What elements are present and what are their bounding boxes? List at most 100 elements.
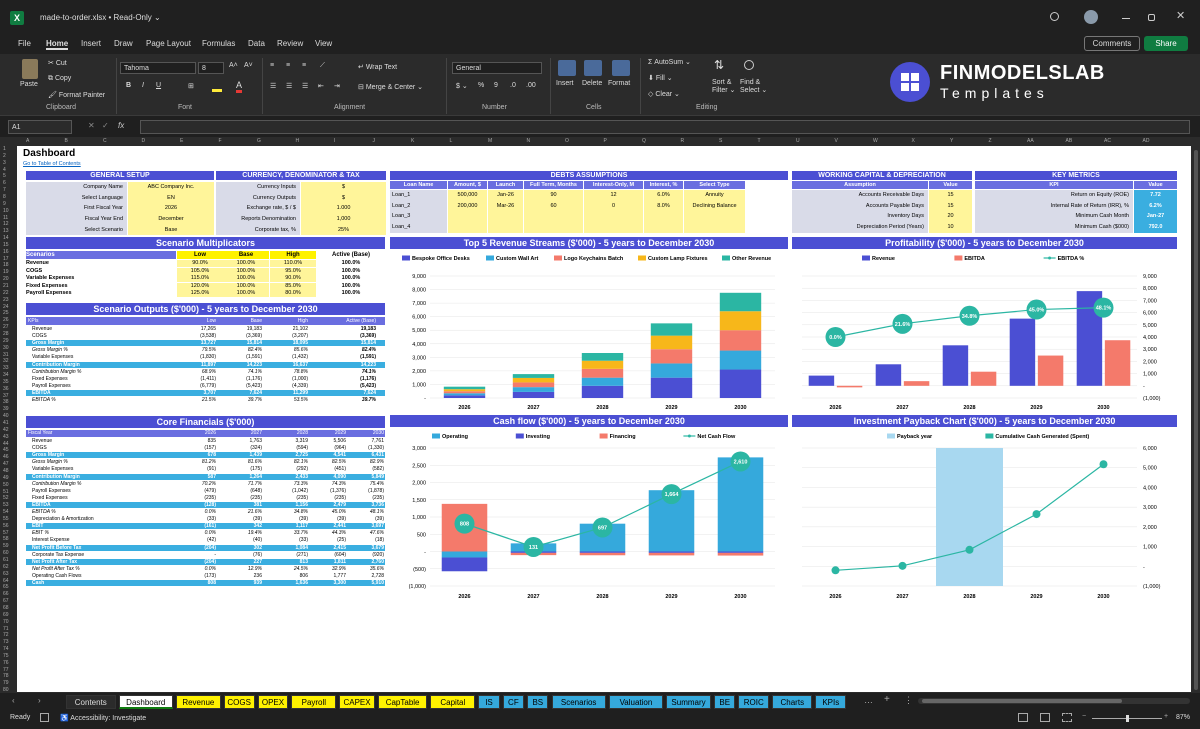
macro-record-icon[interactable] xyxy=(40,713,49,722)
increase-decimal-icon[interactable]: .0 xyxy=(510,82,516,89)
column-header[interactable]: Z xyxy=(989,138,992,144)
column-header[interactable]: A xyxy=(26,138,29,144)
paste-button[interactable]: Paste xyxy=(20,81,38,88)
column-header[interactable]: V xyxy=(835,138,838,144)
row-header[interactable]: 75 xyxy=(3,653,9,659)
row-header[interactable]: 7 xyxy=(3,187,6,193)
row-header[interactable]: 69 xyxy=(3,612,9,618)
scenario-value[interactable]: 90.0% xyxy=(177,260,223,267)
bold-icon[interactable]: B xyxy=(126,82,131,89)
row-header[interactable]: 67 xyxy=(3,598,9,604)
tab-roic[interactable]: ROIC xyxy=(738,695,770,709)
row-header[interactable]: 46 xyxy=(3,454,9,460)
sort-filter-button[interactable]: Sort & Filter ⌄ xyxy=(712,79,735,94)
scenario-value[interactable]: 120.0% xyxy=(177,282,223,290)
menu-insert[interactable]: Insert xyxy=(81,39,101,48)
font-size-select[interactable]: 8 xyxy=(198,62,224,74)
tab-captable[interactable]: CapTable xyxy=(377,695,428,709)
clear-button[interactable]: ◇ Clear ⌄ xyxy=(648,90,680,98)
row-header[interactable]: 18 xyxy=(3,262,9,268)
font-color-icon[interactable]: A xyxy=(236,80,243,93)
row-header[interactable]: 45 xyxy=(3,447,9,453)
row-header[interactable]: 10 xyxy=(3,208,9,214)
column-header[interactable]: M xyxy=(488,138,492,144)
row-header[interactable]: 62 xyxy=(3,564,9,570)
row-header[interactable]: 24 xyxy=(3,304,9,310)
debts-cell[interactable]: 90 xyxy=(524,190,583,201)
restore-icon[interactable] xyxy=(1148,14,1155,21)
fx-icon[interactable]: fx xyxy=(118,121,124,130)
borders-icon[interactable]: ⊞ xyxy=(188,82,194,90)
merge-center-button[interactable]: ⊟ Merge & Center ⌄ xyxy=(358,83,423,91)
share-button[interactable]: Share xyxy=(1144,36,1188,51)
debts-cell[interactable]: Declining Balance xyxy=(684,200,745,212)
row-header[interactable]: 49 xyxy=(3,475,9,481)
percent-icon[interactable]: % xyxy=(478,82,484,89)
currency-value[interactable]: 1,000 xyxy=(301,214,386,225)
tab-is[interactable]: IS xyxy=(478,695,500,709)
debts-cell[interactable] xyxy=(644,211,683,222)
zoom-level[interactable]: 87% xyxy=(1176,714,1190,721)
insert-button[interactable]: Insert xyxy=(556,80,574,87)
row-header[interactable]: 54 xyxy=(3,509,9,515)
column-header[interactable]: AB xyxy=(1066,138,1073,144)
outdent-icon[interactable]: ⇥ xyxy=(334,82,340,90)
scenario-value[interactable]: 115.0% xyxy=(177,275,223,282)
tab-summary[interactable]: Summary xyxy=(666,695,711,709)
row-header[interactable]: 31 xyxy=(3,352,9,358)
menu-draw[interactable]: Draw xyxy=(114,39,133,48)
tab-payroll[interactable]: Payroll xyxy=(291,695,337,709)
page-break-view-icon[interactable] xyxy=(1062,713,1072,722)
next-sheet-icon[interactable]: › xyxy=(38,696,41,705)
column-header[interactable]: G xyxy=(257,138,261,144)
column-header[interactable]: B xyxy=(65,138,68,144)
column-header[interactable]: I xyxy=(334,138,335,144)
debts-cell[interactable] xyxy=(488,211,523,222)
tab-menu-icon[interactable]: ⋮ xyxy=(904,695,913,706)
format-cells-icon[interactable] xyxy=(612,60,630,76)
row-header[interactable]: 15 xyxy=(3,242,9,248)
horizontal-scrollbar[interactable] xyxy=(918,698,1190,704)
chevron-down-icon[interactable]: ⌄ xyxy=(154,13,161,22)
paste-icon[interactable] xyxy=(22,59,38,79)
more-sheets-icon[interactable]: … xyxy=(864,695,873,705)
find-select-icon[interactable] xyxy=(744,60,754,70)
debts-cell[interactable] xyxy=(524,211,583,222)
align-top-icon[interactable]: ≡ xyxy=(270,62,274,69)
row-header[interactable]: 47 xyxy=(3,461,9,467)
normal-view-icon[interactable] xyxy=(1018,713,1028,722)
row-header[interactable]: 73 xyxy=(3,639,9,645)
scenario-value[interactable]: 100.0% xyxy=(223,282,269,290)
row-header[interactable]: 71 xyxy=(3,626,9,632)
fill-color-icon[interactable] xyxy=(212,82,222,92)
row-header[interactable]: 58 xyxy=(3,536,9,542)
enter-icon[interactable]: ✓ xyxy=(102,121,109,130)
column-header[interactable]: C xyxy=(103,138,107,144)
tab-charts[interactable]: Charts xyxy=(772,695,813,709)
currency-value[interactable]: $ xyxy=(301,182,386,193)
decrease-decimal-icon[interactable]: .00 xyxy=(526,82,536,89)
add-sheet-icon[interactable]: + xyxy=(884,694,890,705)
column-header[interactable]: S xyxy=(719,138,722,144)
fill-button[interactable]: ⬇ Fill ⌄ xyxy=(648,74,673,82)
row-header[interactable]: 22 xyxy=(3,290,9,296)
row-header[interactable]: 29 xyxy=(3,338,9,344)
scenario-value[interactable]: 100.0% xyxy=(223,275,269,282)
menu-page-layout[interactable]: Page Layout xyxy=(146,39,191,48)
row-header[interactable]: 21 xyxy=(3,283,9,289)
tab-bs[interactable]: BS xyxy=(527,695,549,709)
debts-cell[interactable]: 6.0% xyxy=(644,190,683,201)
row-header[interactable]: 8 xyxy=(3,194,6,200)
row-header[interactable]: 12 xyxy=(3,221,9,227)
row-header[interactable]: 63 xyxy=(3,571,9,577)
font-name-select[interactable]: Tahoma xyxy=(120,62,196,74)
wc-value[interactable]: 10 xyxy=(929,222,972,233)
prev-sheet-icon[interactable]: ‹ xyxy=(12,696,15,705)
scenario-value[interactable]: 125.0% xyxy=(177,290,223,297)
debts-cell[interactable] xyxy=(524,222,583,233)
row-header[interactable]: 72 xyxy=(3,632,9,638)
row-header[interactable]: 23 xyxy=(3,297,9,303)
row-header[interactable]: 68 xyxy=(3,605,9,611)
row-header[interactable]: 77 xyxy=(3,667,9,673)
row-header[interactable]: 79 xyxy=(3,680,9,686)
